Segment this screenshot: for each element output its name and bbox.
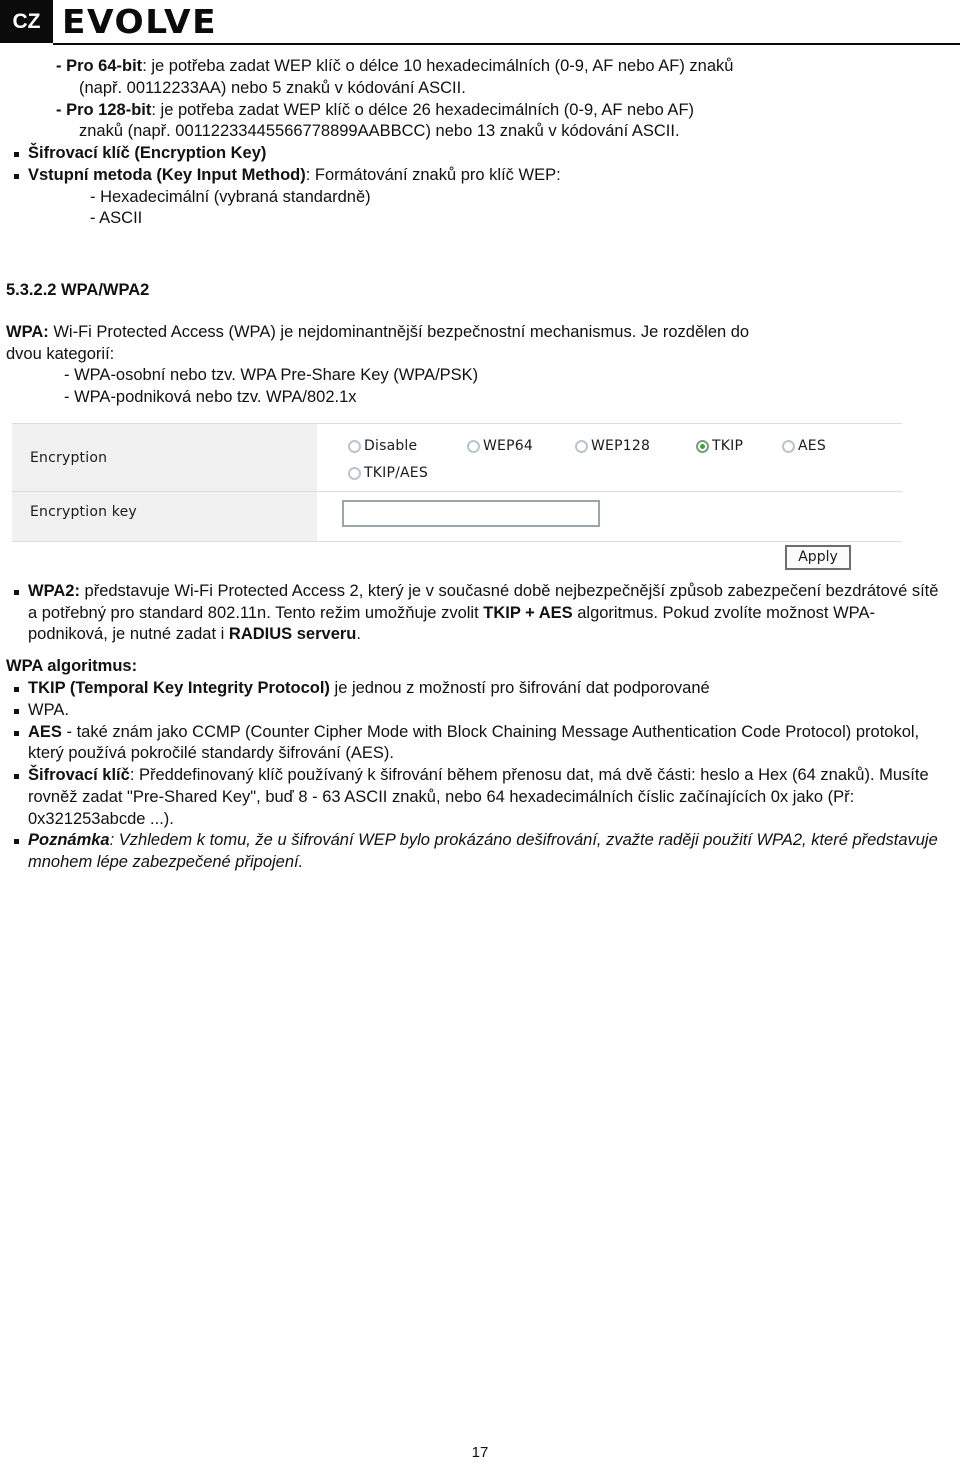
page-number: 17	[471, 1444, 489, 1461]
radio-option-aes[interactable]: AES	[782, 437, 826, 455]
wpa-intro-line1: WPA: Wi-Fi Protected Access (WPA) je nej…	[6, 322, 948, 344]
radio-icon-tkip[interactable]	[696, 439, 709, 453]
aes-text: - také znám jako CCMP (Counter Cipher Mo…	[28, 722, 920, 763]
bullet-aes: AES - také znám jako CCMP (Counter Ciphe…	[6, 722, 948, 766]
radio-option-wep128[interactable]: WEP128	[575, 437, 650, 455]
aes-label: AES	[28, 722, 62, 741]
encryption-key-detail-text: : Předdefinovaný klíč používaný k šifrov…	[28, 766, 929, 828]
encryption-key-label: Encryption key	[30, 503, 137, 520]
note-label: Poznámka	[28, 831, 110, 850]
table-divider-middle	[12, 490, 902, 492]
wpa-algorithms-heading: WPA algoritmus:	[6, 657, 138, 676]
wpa2-text-3: .	[356, 625, 361, 644]
radio-label-tkip-aes: TKIP/AES	[364, 464, 428, 481]
key-input-method-label: Vstupní metoda (Key Input Method)	[28, 165, 306, 184]
bullet-encryption-key: Šifrovací klíč (Encryption Key)	[6, 143, 948, 165]
table-divider-bottom	[12, 540, 902, 542]
bullet-key-input-method: Vstupní metoda (Key Input Method): Formá…	[6, 165, 948, 187]
encryption-key-detail-label: Šifrovací klíč	[28, 766, 130, 785]
wep-64bit-line2: (např. 00112233AA) nebo 5 znaků v kódová…	[79, 78, 466, 97]
wep-64bit-text: : je potřeba zadat WEP klíč o délce 10 h…	[142, 57, 734, 75]
country-badge: CZ	[0, 0, 53, 43]
encryption-key-input[interactable]	[342, 499, 600, 527]
bullet-wpa2-description: WPA2: představuje Wi-Fi Protected Access…	[6, 581, 948, 646]
wpa-category-personal: - WPA-osobní nebo tzv. WPA Pre-Share Key…	[64, 366, 479, 385]
wpa2-label: WPA2:	[28, 581, 80, 600]
radio-label-wep64: WEP64	[483, 437, 533, 454]
page-header: CZ EVOLVE	[0, 0, 960, 46]
wep-128bit-line1: - Pro 128-bit: je potřeba zadat WEP klíč…	[56, 100, 948, 122]
apply-button[interactable]: Apply	[785, 544, 851, 570]
note-text: : Vzhledem k tomu, že u šifrování WEP by…	[28, 831, 938, 872]
radio-option-disable[interactable]: Disable	[348, 437, 417, 455]
brand-logo: EVOLVE	[62, 2, 218, 41]
section-heading-wpa: 5.3.2.2 WPA/WPA2	[6, 281, 150, 300]
bullet-encryption-key-detail: Šifrovací klíč: Předdefinovaný klíč použ…	[6, 765, 948, 830]
wpa-intro-text: Wi-Fi Protected Access (WPA) je nejdomin…	[48, 322, 750, 341]
wpa-label: WPA.	[28, 700, 69, 719]
wep-64bit-line1: - Pro 64-bit: je potřeba zadat WEP klíč …	[56, 56, 948, 78]
radio-option-wep64[interactable]: WEP64	[467, 437, 533, 455]
wep-128bit-line2: znaků (např. 00112233445566778899AABBCC)…	[79, 122, 680, 141]
wpa2-tkip-aes: TKIP + AES	[483, 603, 573, 622]
radio-option-tkip-aes[interactable]: TKIP/AES	[348, 464, 428, 482]
key-input-method-text: : Formátování znaků pro klíč WEP:	[305, 165, 561, 184]
wpa-intro-line2: dvou kategorií:	[6, 344, 115, 363]
radio-option-tkip[interactable]: TKIP	[696, 437, 743, 455]
tkip-label: TKIP (Temporal Key Integrity Protocol)	[28, 679, 330, 698]
bullet-tkip: TKIP (Temporal Key Integrity Protocol) j…	[6, 678, 948, 700]
country-badge-label: CZ	[12, 10, 41, 33]
tkip-text: je jednou z možností pro šifrování dat p…	[329, 679, 710, 698]
key-format-hexadecimal: - Hexadecimální (vybraná standardně)	[90, 187, 371, 206]
table-divider-top	[12, 422, 902, 424]
radio-label-tkip: TKIP	[712, 437, 744, 454]
wep-128bit-label: - Pro 128-bit	[56, 100, 152, 119]
key-format-ascii: - ASCII	[90, 209, 143, 228]
router-encryption-settings-screenshot: Encryption Encryption key Disable WEP64 …	[12, 422, 902, 571]
wpa-category-enterprise: - WPA-podniková nebo tzv. WPA/802.1x	[64, 388, 357, 407]
encryption-label: Encryption	[30, 449, 108, 466]
radio-label-disable: Disable	[364, 437, 418, 454]
radio-icon-aes[interactable]	[782, 439, 795, 453]
radio-icon-disable[interactable]	[348, 439, 361, 453]
header-divider	[53, 43, 960, 45]
wep-128bit-text: : je potřeba zadat WEP klíč o délce 26 h…	[151, 100, 695, 119]
radio-label-aes: AES	[798, 437, 826, 454]
document-content: - Pro 64-bit: je potřeba zadat WEP klíč …	[0, 46, 960, 874]
bullet-wpa: WPA.	[6, 700, 948, 722]
radio-icon-tkip-aes[interactable]	[348, 466, 361, 480]
wpa2-radius: RADIUS serveru	[228, 625, 357, 644]
radio-label-wep128: WEP128	[591, 437, 651, 454]
radio-icon-wep64[interactable]	[467, 439, 480, 453]
wep-64bit-label: - Pro 64-bit	[56, 57, 143, 75]
bullet-note: Poznámka: Vzhledem k tomu, že u šifrován…	[6, 830, 948, 874]
wpa-intro-label: WPA:	[6, 322, 49, 341]
radio-icon-wep128[interactable]	[575, 439, 588, 453]
